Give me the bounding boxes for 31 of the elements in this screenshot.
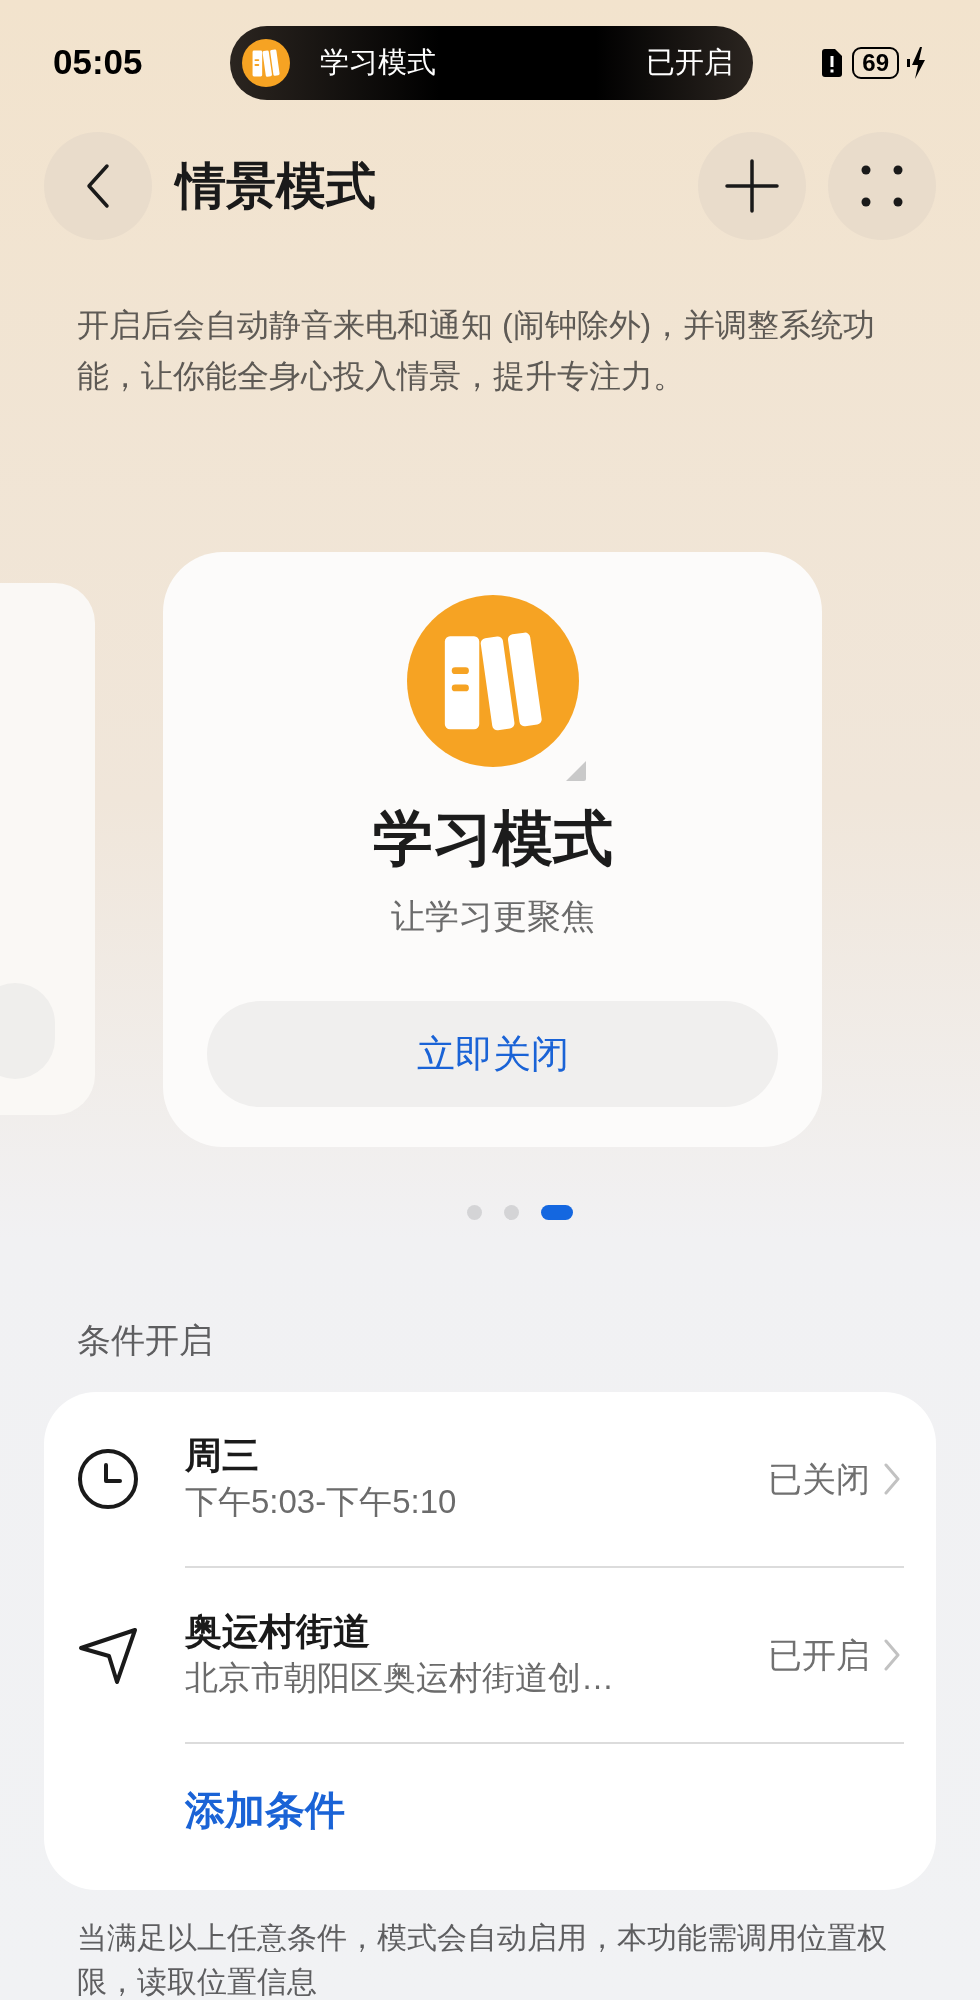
condition-title: 周三 <box>185 1434 260 1478</box>
chevron-right-icon <box>884 1639 900 1671</box>
add-condition-link[interactable]: 添加条件 <box>185 1744 936 1876</box>
plus-icon <box>725 159 779 213</box>
status-time: 05:05 <box>53 41 144 84</box>
battery-level: 69 <box>852 46 899 79</box>
section-heading: 条件开启 <box>77 1320 214 1361</box>
back-icon <box>85 163 111 209</box>
books-icon <box>406 595 579 767</box>
books-icon <box>242 38 290 87</box>
condition-status: 已关闭 <box>768 1458 870 1500</box>
condition-detail: 北京市朝阳区奥运村街道创… <box>185 1658 615 1698</box>
live-activity-pill[interactable]: 学习模式 已开启 <box>230 25 753 100</box>
live-activity-title: 学习模式 <box>320 44 437 80</box>
mode-subtitle: 让学习更聚焦 <box>390 899 595 933</box>
chevron-right-icon <box>884 1463 900 1495</box>
live-activity-status: 已开启 <box>646 44 733 80</box>
charging-icon <box>907 45 927 80</box>
clock-icon <box>77 1448 139 1510</box>
condition-row[interactable]: 周三 下午5:03-下午5:10 已关闭 <box>44 1392 936 1566</box>
footnote-text: 当满足以上任意条件，模式会自动启用，本功能需调用位置权限，读取位置信息 <box>77 1920 888 2000</box>
description-text: 开启后会自动静音来电和通知 (闹钟除外)，并调整系统功能，让你能全身心投入情景，提升专注力。 <box>77 306 877 396</box>
page-title: 情景模式 <box>176 156 376 216</box>
condition-row[interactable]: 奥运村街道 北京市朝阳区奥运村街道创… 已开启 <box>44 1568 936 1742</box>
condition-detail: 下午5:03-下午5:10 <box>185 1482 458 1522</box>
condition-title: 奥运村街道 <box>185 1610 371 1654</box>
condition-status: 已开启 <box>768 1634 870 1676</box>
mode-title: 学习模式 <box>372 809 613 869</box>
grid-dots-icon <box>861 165 903 207</box>
close-now-button[interactable]: 立即关闭 <box>207 1001 778 1107</box>
sim-alert-icon <box>820 47 845 78</box>
